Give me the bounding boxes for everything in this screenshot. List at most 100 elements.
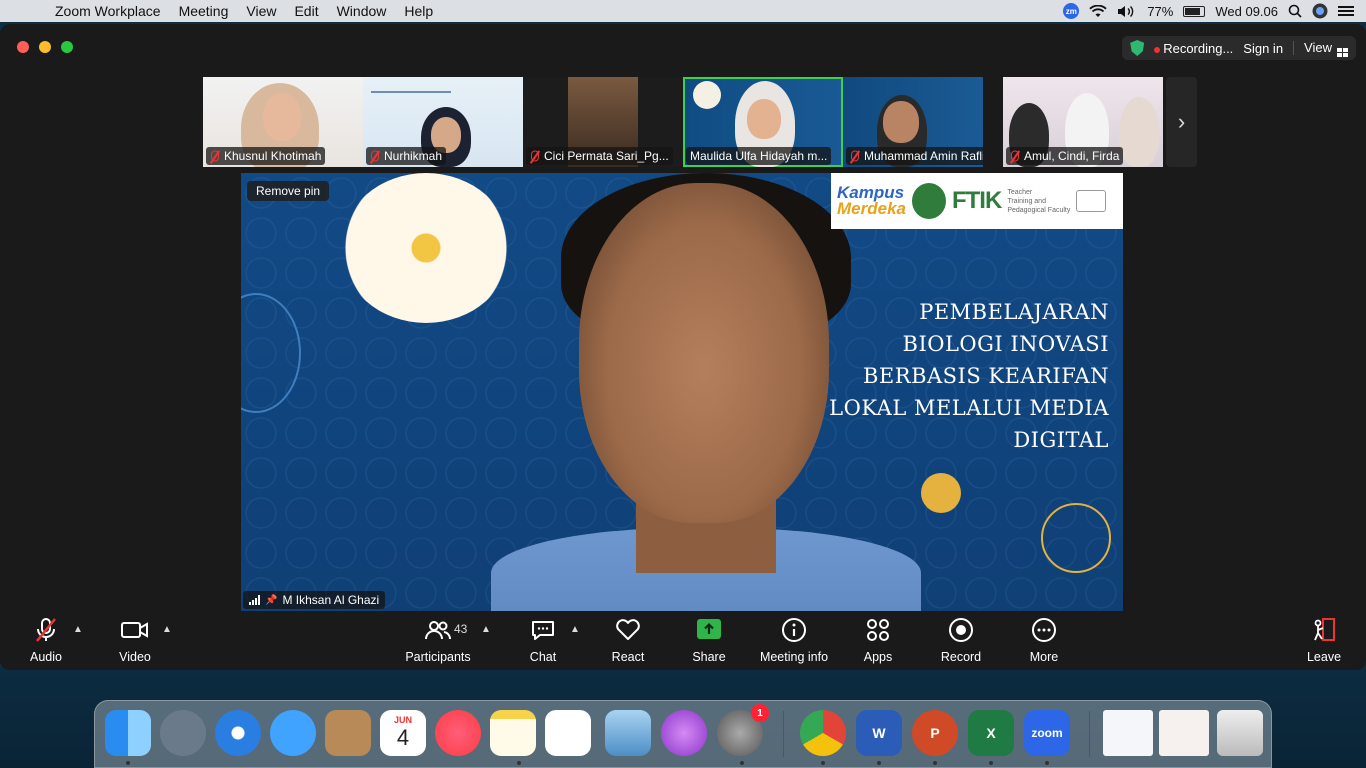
excel-icon[interactable]: X (968, 710, 1014, 756)
window-thumb-2[interactable] (1159, 710, 1209, 756)
partner-logo (1076, 190, 1107, 212)
menu-window[interactable]: Window (328, 3, 396, 19)
menu-edit[interactable]: Edit (285, 3, 327, 19)
university-logo (911, 183, 946, 219)
messages-icon[interactable] (270, 710, 316, 756)
search-icon[interactable] (1288, 4, 1302, 18)
zoom-meeting-window: Recording... Sign in View Khusnul Khotim… (0, 24, 1366, 670)
participant-video (1119, 97, 1159, 167)
menu-help[interactable]: Help (395, 3, 442, 19)
remove-pin-button[interactable]: Remove pin (247, 181, 330, 201)
react-button[interactable]: React (606, 612, 650, 670)
info-icon (781, 616, 807, 644)
ftik-sub-2: Training and (1007, 197, 1046, 205)
running-indicator (126, 761, 130, 765)
running-indicator (989, 761, 993, 765)
participants-label: Participants (405, 650, 471, 664)
participant-count: 43 (454, 622, 468, 636)
ftik-logo: FTIK (951, 187, 1002, 214)
participant-name-label: Khusnul Khotimah (206, 147, 326, 165)
participants-options-chevron[interactable]: ▲ (481, 624, 491, 635)
chat-options-chevron[interactable]: ▲ (570, 624, 580, 635)
share-button[interactable]: Share (688, 612, 730, 670)
music-icon[interactable] (435, 710, 481, 756)
siri-icon[interactable] (1312, 3, 1328, 19)
safari-icon[interactable] (215, 710, 261, 756)
participant-tile[interactable]: Khusnul Khotimah (203, 77, 363, 167)
chrome-icon[interactable] (800, 710, 846, 756)
apps-button[interactable]: Apps (858, 612, 898, 670)
record-button[interactable]: Record (938, 612, 984, 670)
powerpoint-letter: P (930, 725, 940, 741)
meeting-info-button[interactable]: Meeting info (756, 612, 832, 670)
slide-logo-header: Kampus Merdeka FTIK Teacher Training and Pe… (831, 173, 1123, 229)
participant-tile[interactable]: Nurhikmah (363, 77, 523, 167)
sign-in-button[interactable]: Sign in (1243, 41, 1283, 56)
trash-icon[interactable] (1217, 710, 1263, 756)
muted-mic-icon (371, 150, 379, 162)
participant-tile[interactable]: Amul, Cindi, Firda (1003, 77, 1163, 167)
wifi-icon[interactable] (1089, 4, 1107, 18)
podcasts-icon[interactable] (661, 710, 707, 756)
encryption-shield-icon[interactable] (1130, 40, 1145, 56)
video-options-chevron[interactable]: ▲ (162, 624, 172, 635)
control-center-icon[interactable] (1338, 5, 1354, 17)
dock-divider (783, 711, 784, 757)
video-button[interactable]: Video (115, 612, 155, 670)
window-thumb-1[interactable] (1103, 710, 1153, 756)
dock-divider (1089, 711, 1090, 757)
participants-button[interactable]: Participants (402, 612, 474, 670)
word-icon[interactable]: W (856, 710, 902, 756)
chat-button[interactable]: Chat (526, 612, 560, 670)
chat-bubble-icon (531, 616, 555, 644)
recording-indicator[interactable]: Recording... (1154, 41, 1233, 56)
zoom-status-icon[interactable]: zm (1063, 3, 1080, 19)
slide-flower (921, 473, 961, 513)
record-label: Record (940, 650, 982, 664)
volume-icon[interactable] (1117, 5, 1137, 18)
pin-icon: 📌 (265, 594, 278, 606)
clock[interactable]: Wed 09.06 (1215, 4, 1278, 19)
contacts-icon[interactable] (325, 710, 371, 756)
km-line-2: Merdeka (837, 199, 906, 218)
reminders-icon[interactable] (545, 710, 591, 756)
speaker-name: M Ikhsan Al Ghazi (282, 593, 380, 607)
menu-view[interactable]: View (237, 3, 285, 19)
view-button[interactable]: View (1304, 40, 1348, 57)
finder-icon[interactable] (105, 710, 151, 756)
participant-tile-active-speaker[interactable]: Maulida Ulfa Hidayah m... (683, 77, 843, 167)
system-settings-icon[interactable]: 1 (717, 704, 769, 756)
slide-flower (693, 81, 721, 109)
launchpad-icon[interactable] (160, 710, 206, 756)
audio-button[interactable]: Audio (26, 612, 66, 670)
slide-flower (341, 173, 511, 323)
calendar-day: 4 (396, 725, 410, 750)
chevron-right-icon: › (1177, 109, 1186, 134)
participant-tile[interactable]: Muhammad Amin Rafli (843, 77, 983, 167)
notification-badge: 1 (751, 704, 769, 722)
menu-meeting[interactable]: Meeting (170, 3, 238, 19)
zoom-icon[interactable]: zoom (1024, 710, 1070, 756)
preview-icon[interactable] (605, 710, 651, 756)
leave-button[interactable]: Leave (1304, 612, 1344, 670)
next-participants-button[interactable]: › (1166, 77, 1197, 167)
more-dots-icon (1031, 616, 1057, 644)
running-indicator (933, 761, 937, 765)
powerpoint-icon[interactable]: P (912, 710, 958, 756)
participant-tile[interactable]: Cici Permata Sari_Pg... (523, 77, 683, 167)
participant-face (747, 99, 781, 139)
fullscreen-window-button[interactable] (61, 41, 73, 53)
running-indicator (821, 761, 825, 765)
notes-icon[interactable] (490, 710, 536, 756)
close-window-button[interactable] (17, 41, 29, 53)
audio-options-chevron[interactable]: ▲ (73, 624, 83, 635)
calendar-icon[interactable]: JUN 4 (380, 710, 426, 756)
menu-app-name[interactable]: Zoom Workplace (46, 3, 170, 19)
minimize-window-button[interactable] (39, 41, 51, 53)
battery-icon[interactable] (1183, 5, 1206, 17)
title-controls: Recording... Sign in View (1122, 36, 1356, 60)
pinned-speaker-video[interactable]: Kampus Merdeka FTIK Teacher Training and Pe… (241, 173, 1123, 611)
share-screen-icon (697, 616, 721, 644)
more-button[interactable]: More (1026, 612, 1062, 670)
meeting-info-label: Meeting info (759, 650, 829, 664)
